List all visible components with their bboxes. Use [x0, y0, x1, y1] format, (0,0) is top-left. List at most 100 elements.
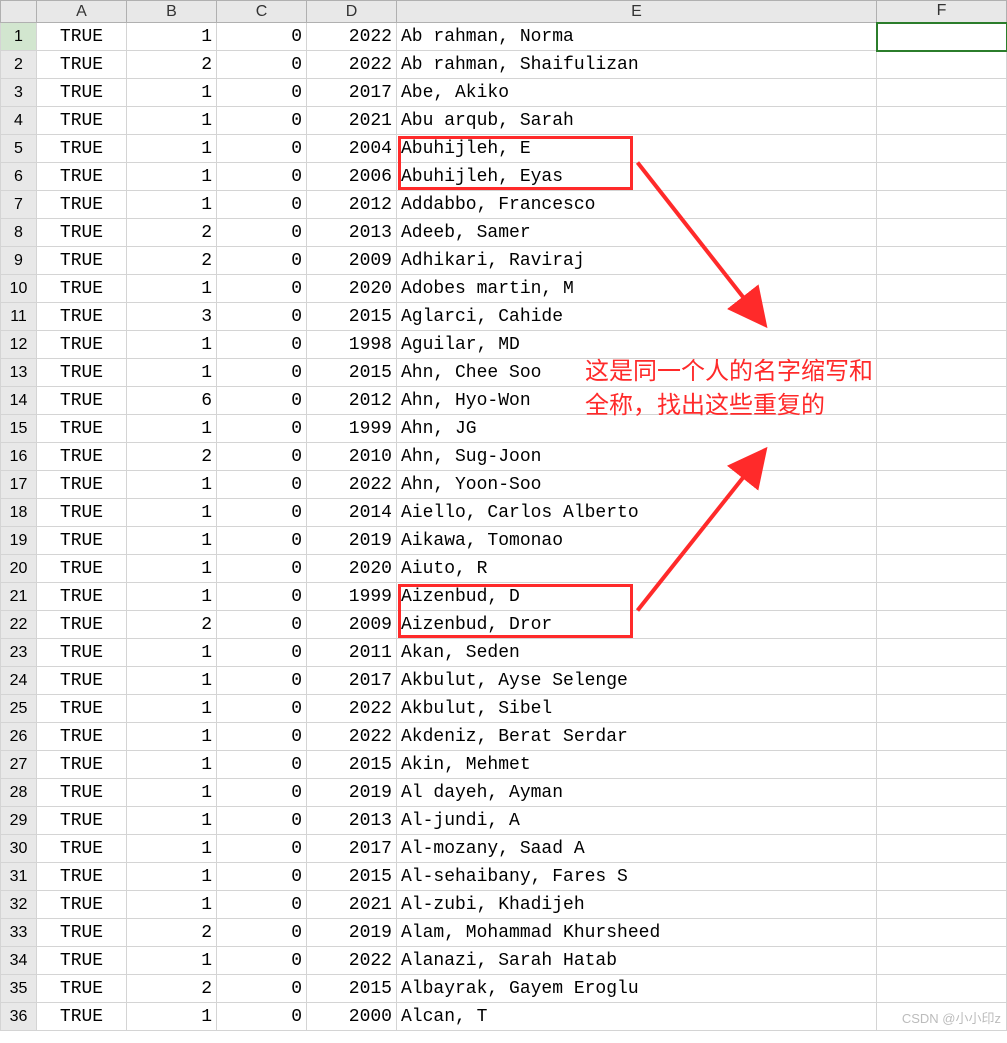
cell-B35[interactable]: 2 [127, 975, 217, 1003]
cell-B25[interactable]: 1 [127, 695, 217, 723]
row-header[interactable]: 33 [1, 919, 37, 947]
cell-A5[interactable]: TRUE [37, 135, 127, 163]
cell-E5[interactable]: Abuhijleh, E [397, 135, 877, 163]
cell-A15[interactable]: TRUE [37, 415, 127, 443]
row-header[interactable]: 13 [1, 359, 37, 387]
cell-E26[interactable]: Akdeniz, Berat Serdar [397, 723, 877, 751]
cell-D35[interactable]: 2015 [307, 975, 397, 1003]
cell-B9[interactable]: 2 [127, 247, 217, 275]
cell-D32[interactable]: 2021 [307, 891, 397, 919]
cell-F16[interactable] [877, 443, 1007, 471]
row-header[interactable]: 15 [1, 415, 37, 443]
cell-C25[interactable]: 0 [217, 695, 307, 723]
cell-D9[interactable]: 2009 [307, 247, 397, 275]
cell-D21[interactable]: 1999 [307, 583, 397, 611]
cell-E29[interactable]: Al-jundi, A [397, 807, 877, 835]
cell-F3[interactable] [877, 79, 1007, 107]
cell-D26[interactable]: 2022 [307, 723, 397, 751]
cell-B15[interactable]: 1 [127, 415, 217, 443]
cell-E15[interactable]: Ahn, JG [397, 415, 877, 443]
row-header[interactable]: 25 [1, 695, 37, 723]
row-header[interactable]: 36 [1, 1003, 37, 1031]
cell-E25[interactable]: Akbulut, Sibel [397, 695, 877, 723]
col-header-F[interactable]: F [877, 1, 1007, 23]
cell-F22[interactable] [877, 611, 1007, 639]
cell-E22[interactable]: Aizenbud, Dror [397, 611, 877, 639]
cell-D11[interactable]: 2015 [307, 303, 397, 331]
col-header-B[interactable]: B [127, 1, 217, 23]
row-header[interactable]: 35 [1, 975, 37, 1003]
cell-D33[interactable]: 2019 [307, 919, 397, 947]
cell-F12[interactable] [877, 331, 1007, 359]
cell-E28[interactable]: Al dayeh, Ayman [397, 779, 877, 807]
cell-B19[interactable]: 1 [127, 527, 217, 555]
cell-F30[interactable] [877, 835, 1007, 863]
cell-B26[interactable]: 1 [127, 723, 217, 751]
cell-F33[interactable] [877, 919, 1007, 947]
cell-D16[interactable]: 2010 [307, 443, 397, 471]
cell-E1[interactable]: Ab rahman, Norma [397, 23, 877, 51]
cell-B29[interactable]: 1 [127, 807, 217, 835]
cell-B6[interactable]: 1 [127, 163, 217, 191]
cell-F9[interactable] [877, 247, 1007, 275]
cell-D31[interactable]: 2015 [307, 863, 397, 891]
cell-A16[interactable]: TRUE [37, 443, 127, 471]
cell-C22[interactable]: 0 [217, 611, 307, 639]
cell-B20[interactable]: 1 [127, 555, 217, 583]
cell-E6[interactable]: Abuhijleh, Eyas [397, 163, 877, 191]
cell-A13[interactable]: TRUE [37, 359, 127, 387]
cell-C19[interactable]: 0 [217, 527, 307, 555]
cell-C10[interactable]: 0 [217, 275, 307, 303]
cell-D4[interactable]: 2021 [307, 107, 397, 135]
cell-E4[interactable]: Abu arqub, Sarah [397, 107, 877, 135]
cell-A18[interactable]: TRUE [37, 499, 127, 527]
row-header[interactable]: 26 [1, 723, 37, 751]
cell-F29[interactable] [877, 807, 1007, 835]
cell-D28[interactable]: 2019 [307, 779, 397, 807]
cell-D22[interactable]: 2009 [307, 611, 397, 639]
cell-D13[interactable]: 2015 [307, 359, 397, 387]
row-header[interactable]: 20 [1, 555, 37, 583]
cell-A28[interactable]: TRUE [37, 779, 127, 807]
row-header[interactable]: 6 [1, 163, 37, 191]
cell-A9[interactable]: TRUE [37, 247, 127, 275]
col-header-C[interactable]: C [217, 1, 307, 23]
cell-F15[interactable] [877, 415, 1007, 443]
cell-E19[interactable]: Aikawa, Tomonao [397, 527, 877, 555]
cell-A31[interactable]: TRUE [37, 863, 127, 891]
cell-F14[interactable] [877, 387, 1007, 415]
cell-F5[interactable] [877, 135, 1007, 163]
row-header[interactable]: 9 [1, 247, 37, 275]
cell-E12[interactable]: Aguilar, MD [397, 331, 877, 359]
cell-B28[interactable]: 1 [127, 779, 217, 807]
cell-A10[interactable]: TRUE [37, 275, 127, 303]
cell-B31[interactable]: 1 [127, 863, 217, 891]
cell-C34[interactable]: 0 [217, 947, 307, 975]
cell-E7[interactable]: Addabbo, Francesco [397, 191, 877, 219]
row-header[interactable]: 31 [1, 863, 37, 891]
cell-C36[interactable]: 0 [217, 1003, 307, 1031]
row-header[interactable]: 27 [1, 751, 37, 779]
cell-C20[interactable]: 0 [217, 555, 307, 583]
cell-C28[interactable]: 0 [217, 779, 307, 807]
cell-F7[interactable] [877, 191, 1007, 219]
row-header[interactable]: 23 [1, 639, 37, 667]
cell-A4[interactable]: TRUE [37, 107, 127, 135]
cell-C4[interactable]: 0 [217, 107, 307, 135]
row-header[interactable]: 16 [1, 443, 37, 471]
row-header[interactable]: 30 [1, 835, 37, 863]
cell-D6[interactable]: 2006 [307, 163, 397, 191]
cell-C5[interactable]: 0 [217, 135, 307, 163]
cell-F1[interactable] [877, 23, 1007, 51]
cell-E35[interactable]: Albayrak, Gayem Eroglu [397, 975, 877, 1003]
cell-A7[interactable]: TRUE [37, 191, 127, 219]
cell-D36[interactable]: 2000 [307, 1003, 397, 1031]
cell-C30[interactable]: 0 [217, 835, 307, 863]
cell-E27[interactable]: Akin, Mehmet [397, 751, 877, 779]
row-header[interactable]: 19 [1, 527, 37, 555]
row-header[interactable]: 21 [1, 583, 37, 611]
cell-F32[interactable] [877, 891, 1007, 919]
cell-B3[interactable]: 1 [127, 79, 217, 107]
cell-E16[interactable]: Ahn, Sug-Joon [397, 443, 877, 471]
cell-B30[interactable]: 1 [127, 835, 217, 863]
